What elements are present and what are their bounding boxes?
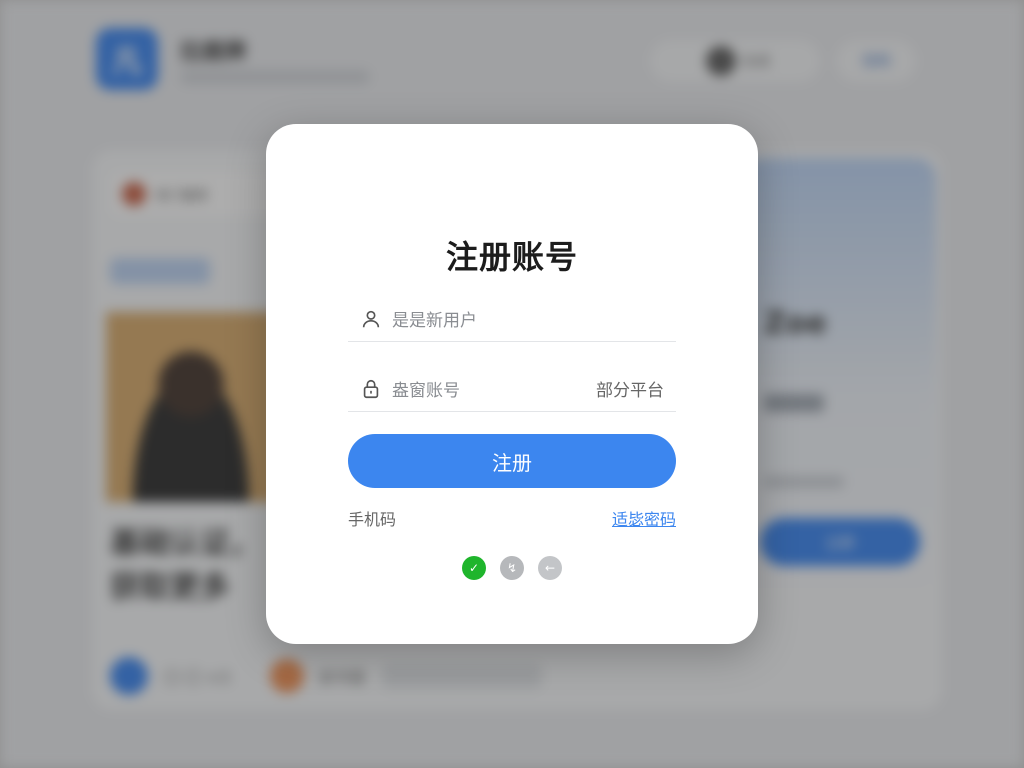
user-icon bbox=[362, 310, 380, 327]
weibo-icon[interactable]: ↯ bbox=[500, 556, 524, 580]
password-suffix-link[interactable]: 部分平台 bbox=[596, 376, 664, 401]
modal-title: 注册账号 bbox=[445, 238, 578, 276]
username-placeholder: 是是新用户 bbox=[392, 311, 477, 331]
username-field[interactable]: 是是新用户 bbox=[348, 296, 676, 342]
phone-code-link[interactable]: 手机码 bbox=[348, 506, 396, 530]
password-field[interactable]: 盎窗账号 部分平台 bbox=[348, 366, 676, 412]
password-placeholder: 盎窗账号 bbox=[392, 381, 460, 401]
wechat-icon[interactable]: ✓ bbox=[462, 556, 486, 580]
lock-icon bbox=[363, 379, 379, 398]
register-button[interactable]: 注册 bbox=[348, 434, 676, 488]
forgot-password-link[interactable]: 适毖密码 bbox=[612, 506, 676, 530]
social-login-row: ✓ ↯ ← bbox=[462, 556, 562, 580]
back-icon[interactable]: ← bbox=[538, 556, 562, 580]
register-modal: 注册账号 是是新用户 盎窗账号 部分平台 注册 手机码 适毖密码 ✓ ↯ ← bbox=[266, 124, 758, 644]
